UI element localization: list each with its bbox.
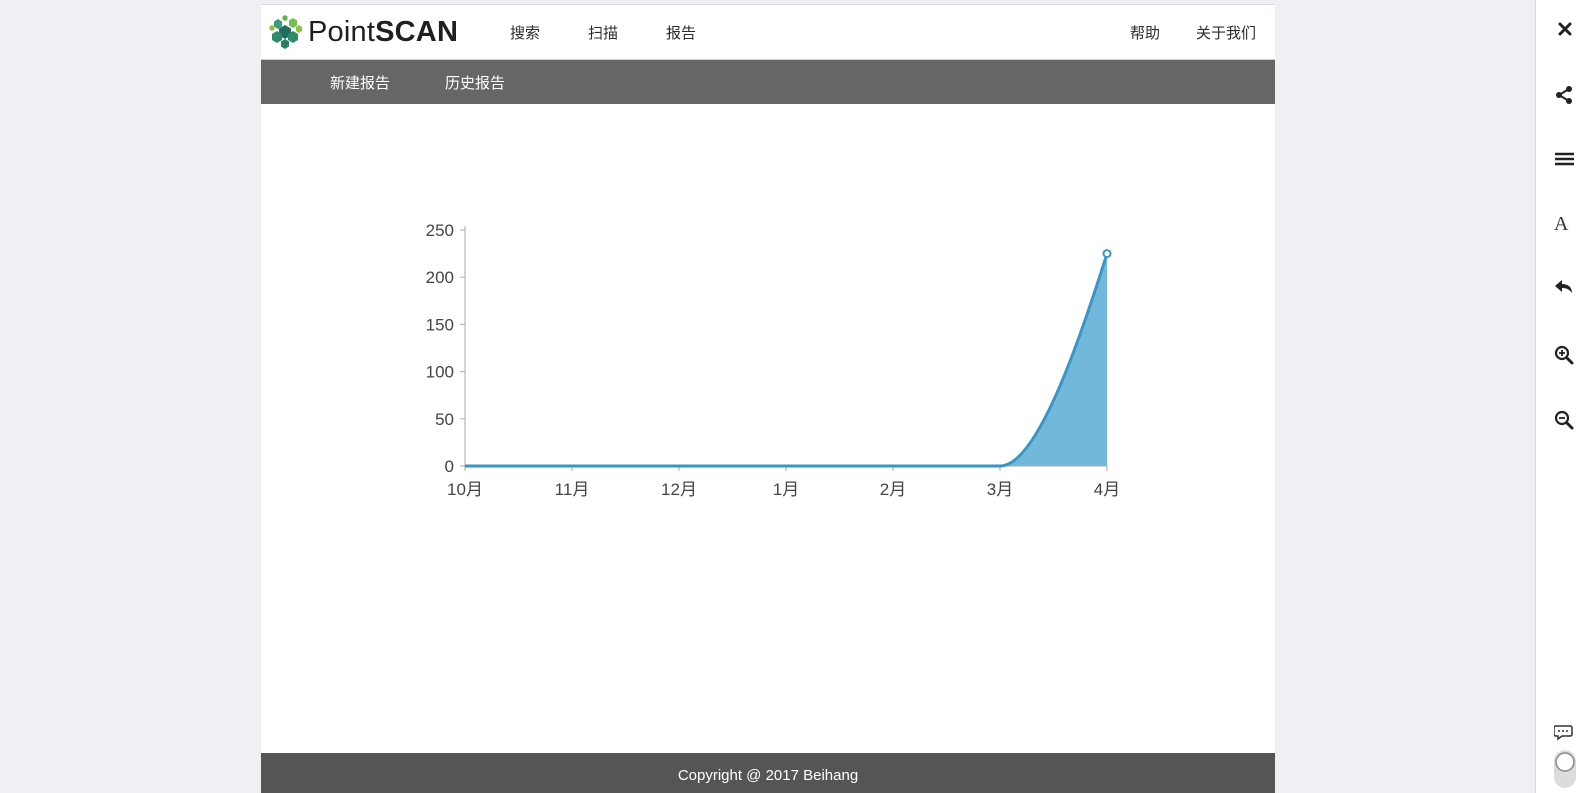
logo-text-light: Point	[308, 15, 376, 48]
x-tick-label: 2月	[880, 480, 906, 499]
copyright-text: Copyright @ 2017 Beihang	[677, 767, 859, 784]
nav-help[interactable]: 帮助	[1130, 22, 1160, 43]
page: PointSCAN 搜索 扫描 报告 帮助 关于我们 新建报告 历史报告 0 50…	[261, 5, 1275, 793]
back-icon[interactable]	[1554, 276, 1578, 300]
y-tick-label: 250	[426, 221, 454, 240]
x-tick-label: 10月	[447, 480, 483, 499]
report-subnav: 新建报告 历史报告	[261, 60, 1275, 104]
logo-text: PointSCAN	[308, 16, 458, 49]
y-tick-label: 50	[435, 410, 454, 429]
toggle-icon[interactable]	[1554, 750, 1578, 790]
zoom-out-icon[interactable]	[1554, 409, 1578, 433]
y-tick-label: 200	[426, 268, 454, 287]
y-tick-label: 0	[445, 457, 454, 476]
comment-icon[interactable]	[1554, 722, 1578, 746]
nav-report[interactable]: 报告	[666, 22, 696, 43]
y-tick-label: 150	[426, 315, 454, 334]
header: PointSCAN 搜索 扫描 报告 帮助 关于我们	[261, 5, 1275, 60]
x-tick-label: 4月	[1094, 480, 1120, 499]
x-tick-label: 1月	[773, 480, 799, 499]
nav-search[interactable]: 搜索	[510, 22, 540, 43]
nav-scan[interactable]: 扫描	[588, 22, 618, 43]
chart-area: 0 50 100 150 200 250 10月 11月 12月 1月 2月 3月 4月	[261, 104, 1275, 753]
x-tick-label: 11月	[555, 480, 590, 499]
font-icon[interactable]: A	[1554, 212, 1578, 236]
logo-text-bold: SCAN	[375, 15, 459, 48]
subnav-new-report[interactable]: 新建报告	[330, 72, 390, 93]
main-nav: 搜索 扫描 报告	[510, 5, 744, 59]
series-area-fill	[465, 253, 1107, 466]
area-chart: 0 50 100 150 200 250 10月 11月 12月 1月 2月 3月 4月	[426, 221, 1121, 499]
secondary-nav: 帮助 关于我们	[1094, 5, 1256, 59]
share-icon[interactable]	[1554, 83, 1578, 107]
side-toolbar: A	[1535, 0, 1583, 793]
close-icon[interactable]	[1554, 18, 1578, 42]
footer: Copyright @ 2017 Beihang	[261, 753, 1275, 793]
zoom-in-icon[interactable]	[1554, 344, 1578, 368]
menu-icon[interactable]	[1554, 148, 1578, 172]
hexagon-logo-icon	[269, 15, 302, 49]
y-tick-label: 100	[426, 363, 454, 382]
data-point	[1102, 249, 1112, 259]
font-icon-label: A	[1554, 213, 1569, 235]
logo[interactable]: PointSCAN	[269, 12, 458, 52]
nav-about-us[interactable]: 关于我们	[1196, 22, 1256, 43]
series-line	[465, 253, 1109, 468]
x-tick-label: 12月	[661, 480, 697, 499]
x-tick-label: 3月	[987, 480, 1013, 499]
subnav-report-history[interactable]: 历史报告	[445, 72, 505, 93]
